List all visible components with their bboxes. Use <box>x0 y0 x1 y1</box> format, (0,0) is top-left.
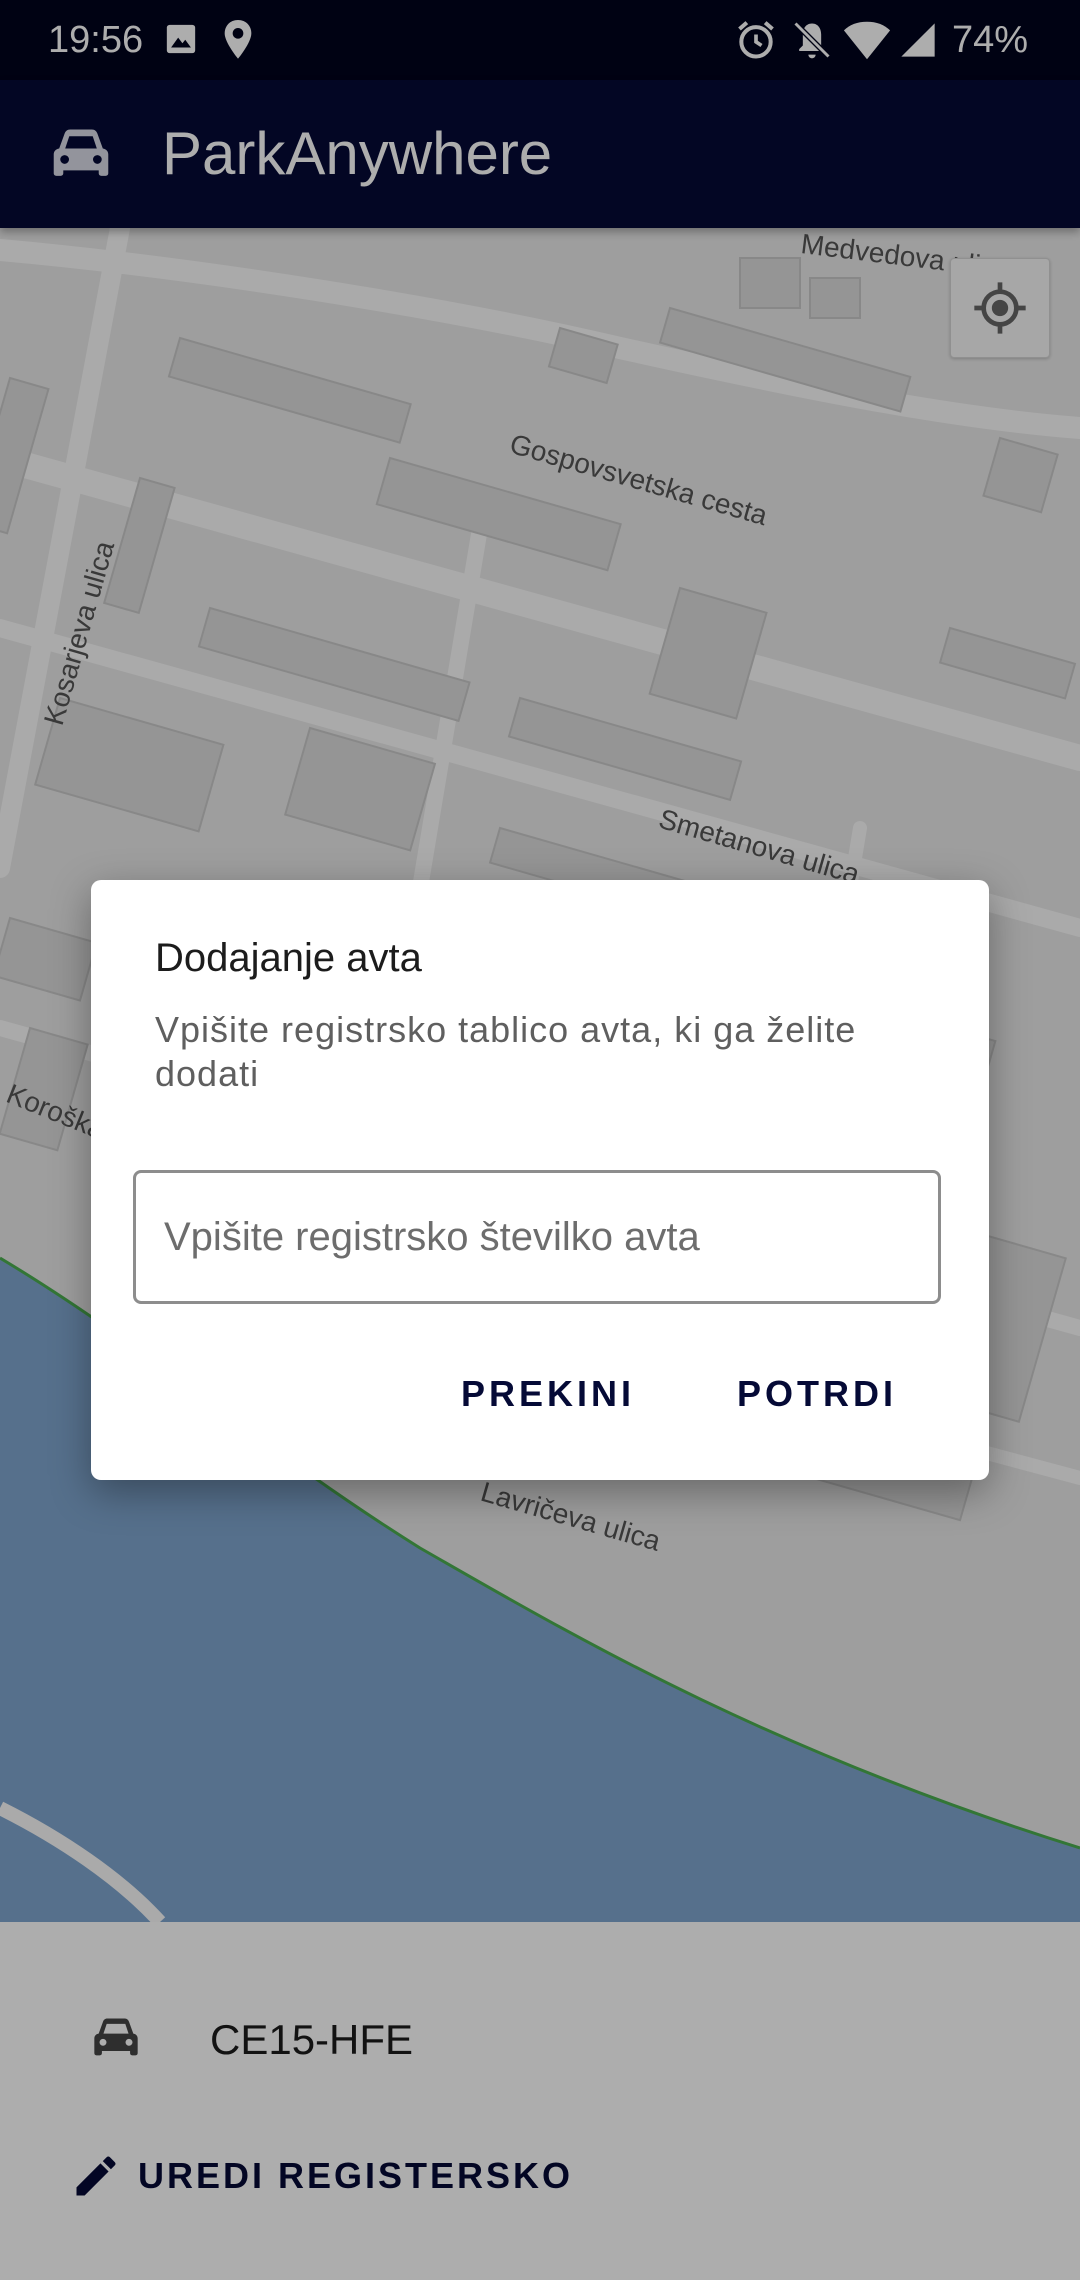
confirm-button[interactable]: POTRDI <box>721 1362 913 1426</box>
dialog-message: Vpišite registrsko tablico avta, ki ga ž… <box>155 1009 857 1094</box>
dialog-title: Dodajanje avta <box>155 936 422 980</box>
add-car-dialog: Dodajanje avta Vpišite registrsko tablic… <box>91 880 989 1480</box>
license-plate-input[interactable] <box>133 1170 941 1304</box>
cancel-button[interactable]: PREKINI <box>445 1362 651 1426</box>
